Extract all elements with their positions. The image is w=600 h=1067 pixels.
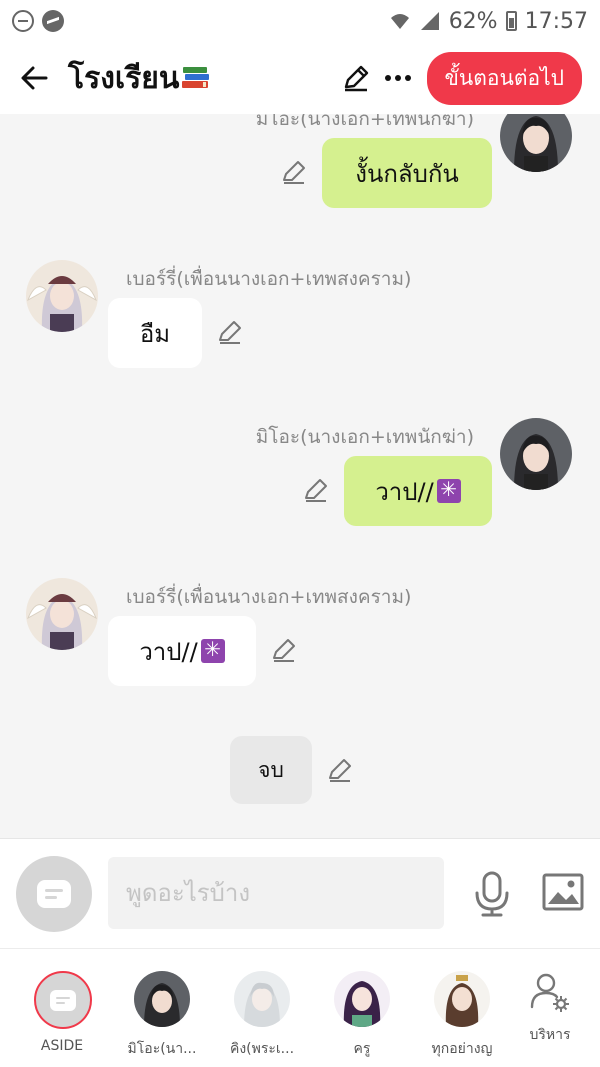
message-input[interactable]: [108, 857, 444, 929]
avatar: [434, 971, 490, 1027]
sender-name: มิโอะ(นางเอก+เทพนักฆ่า): [255, 426, 474, 448]
avatar[interactable]: [500, 418, 572, 490]
signal-icon: [420, 12, 439, 30]
bottom-nav: ASIDE มิโอะ(นา... คิง(พระเ... ครู ทุกอย่…: [0, 948, 600, 1067]
message-input-bar: [0, 838, 600, 948]
status-left-icons: [12, 10, 64, 32]
next-step-button[interactable]: ขั้นตอนต่อไป: [426, 51, 582, 105]
pencil-icon[interactable]: [216, 318, 244, 346]
chat-area[interactable]: มิโอะ(นางเอก+เทพนักฆ่า) งั้นกลับกัน เบอร…: [0, 114, 600, 838]
avatar: [134, 971, 190, 1027]
messenger-icon: [42, 10, 64, 32]
aside-nav-button[interactable]: [34, 971, 92, 1029]
microphone-icon[interactable]: [472, 871, 512, 917]
status-bar: 62% 17:57: [0, 0, 600, 42]
nav-item-character[interactable]: คิง(พระเ...: [212, 949, 312, 1067]
back-arrow-icon[interactable]: [18, 62, 50, 94]
nav-item-character[interactable]: มิโอะ(นา...: [112, 949, 212, 1067]
message-text: วาป//: [375, 477, 434, 506]
message-text: วาป//: [139, 637, 198, 666]
nav-label: บริหาร: [529, 1027, 571, 1043]
battery-percent: 62%: [448, 8, 498, 34]
nav-label: ครู: [353, 1041, 371, 1057]
sender-name: มิโอะ(นางเอก+เทพนักฆ่า): [255, 114, 474, 130]
battery-icon: [505, 11, 517, 31]
eight-spoked-asterisk-icon: [200, 637, 225, 663]
message-bubble[interactable]: วาป//: [344, 456, 492, 526]
sender-name: เบอร์รี่(เพื่อนนางเอก+เทพสงคราม): [126, 586, 412, 608]
eight-spoked-asterisk-icon: [436, 477, 461, 503]
chat-bubble-icon: [37, 880, 71, 908]
books-icon: [182, 66, 210, 88]
pencil-icon[interactable]: [280, 158, 308, 186]
nav-item-aside[interactable]: ASIDE: [12, 949, 112, 1067]
nav-label: ASIDE: [40, 1038, 84, 1054]
chat-bubble-icon: [50, 989, 76, 1011]
more-dots-icon[interactable]: [383, 63, 413, 93]
avatar: [234, 971, 290, 1027]
narration-bubble[interactable]: จบ: [230, 736, 312, 804]
pencil-icon[interactable]: [270, 636, 298, 664]
avatar: [334, 971, 390, 1027]
page-title: โรงเรียน: [68, 55, 211, 102]
message-bubble[interactable]: อืม: [108, 298, 202, 368]
edit-pencil-icon[interactable]: [341, 63, 371, 93]
wifi-icon: [390, 14, 409, 29]
nav-item-admin[interactable]: บริหาร: [500, 949, 600, 1067]
admin-user-gear-icon: [530, 973, 569, 1012]
nav-item-character[interactable]: ครู: [312, 949, 412, 1067]
do-not-disturb-icon: [12, 10, 34, 32]
sender-name: เบอร์รี่(เพื่อนนางเอก+เทพสงคราม): [126, 268, 412, 290]
avatar[interactable]: [26, 578, 98, 650]
message-bubble[interactable]: วาป//: [108, 616, 256, 686]
clock: 17:57: [524, 8, 588, 34]
aside-toggle-button[interactable]: [16, 856, 92, 932]
nav-label: มิโอะ(นา...: [127, 1041, 197, 1057]
nav-label: คิง(พระเ...: [229, 1041, 295, 1057]
status-right: 62% 17:57: [389, 9, 588, 34]
avatar[interactable]: [26, 260, 98, 332]
nav-label: ทุกอย่างญ: [431, 1041, 493, 1057]
page-title-text: โรงเรียน: [68, 60, 180, 96]
pencil-icon[interactable]: [302, 476, 330, 504]
image-icon[interactable]: [542, 873, 584, 911]
avatar[interactable]: [500, 114, 572, 172]
nav-item-character[interactable]: ทุกอย่างญ: [412, 949, 512, 1067]
app-header: โรงเรียน ขั้นตอนต่อไป: [0, 42, 600, 114]
message-bubble[interactable]: งั้นกลับกัน: [322, 138, 492, 208]
pencil-icon[interactable]: [326, 756, 354, 784]
